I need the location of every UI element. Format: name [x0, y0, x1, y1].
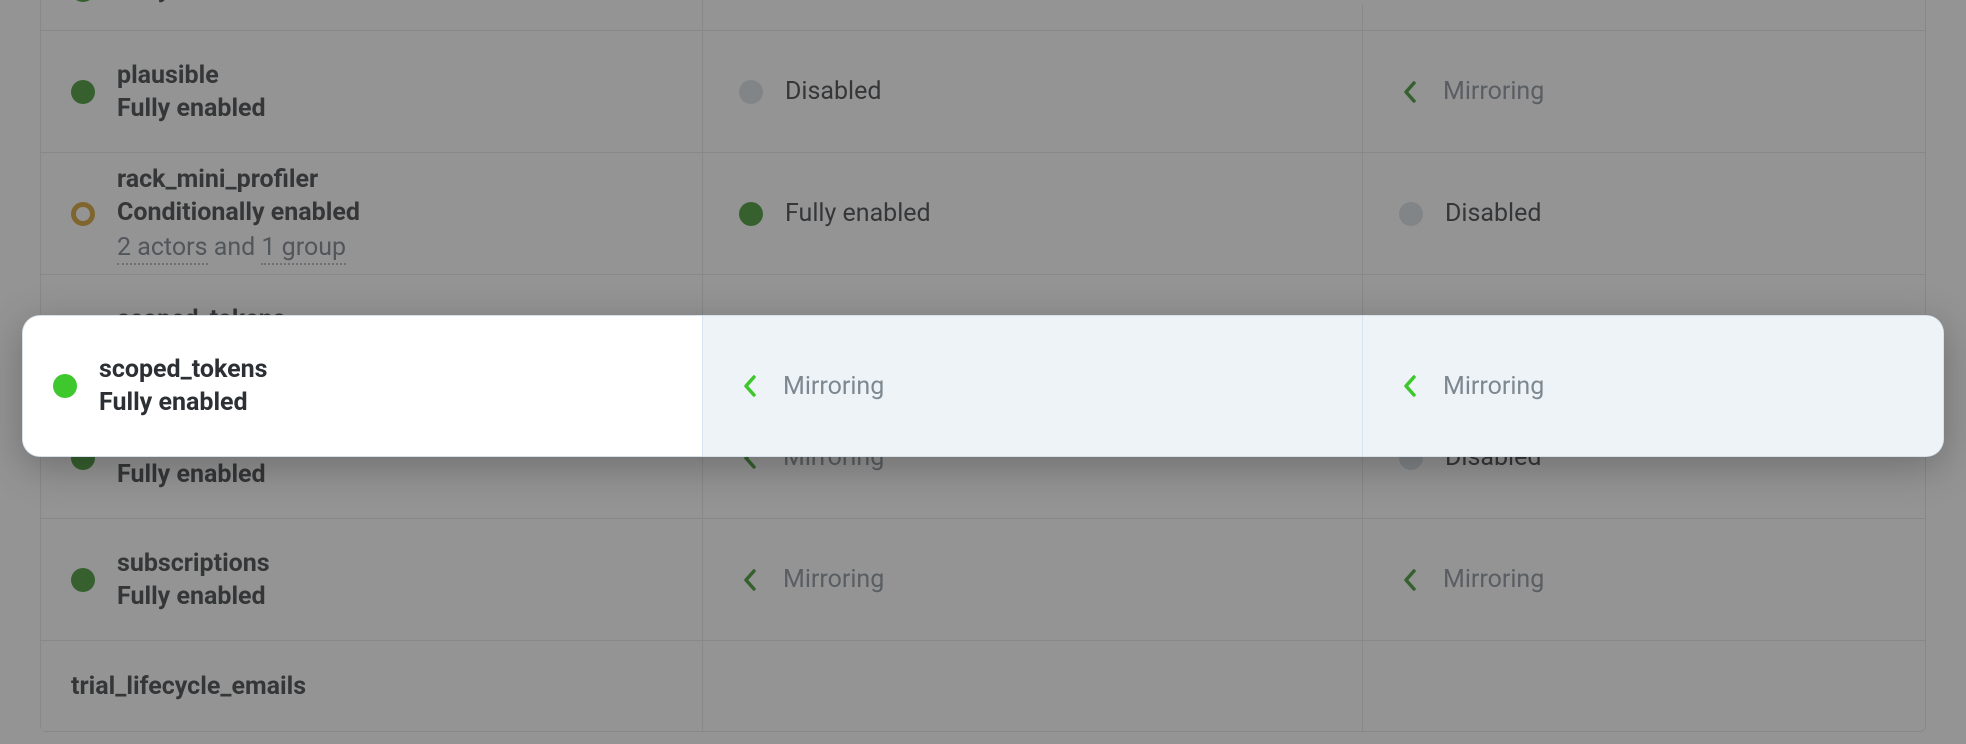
status-dot-enabled-icon [739, 202, 763, 226]
env-cell[interactable]: Mirroring [1363, 519, 1925, 640]
feature-state: Fully enabled [99, 388, 267, 417]
status-dot-enabled-icon [53, 374, 77, 398]
feature-name: plausible [117, 61, 266, 90]
status-ring-conditional-icon [71, 202, 95, 226]
env-cell[interactable] [1363, 4, 1925, 30]
actors-link[interactable]: 2 actors [117, 233, 208, 265]
env-cell[interactable]: Mirroring [703, 316, 1363, 456]
chevron-left-icon [739, 569, 761, 591]
table-row: rack_mini_profiler Conditionally enabled 2… [41, 153, 1925, 275]
feature-name-cell[interactable]: subscriptions Fully enabled [41, 519, 703, 640]
feature-name: scoped_tokens [99, 355, 267, 384]
feature-name-cell[interactable]: scoped_tokens Fully enabled [23, 316, 703, 456]
env-cell[interactable]: Disabled [1363, 153, 1925, 274]
env-status-label: Mirroring [1443, 565, 1544, 594]
feature-state: Fully enabled [117, 582, 270, 611]
env-status-label: Mirroring [783, 372, 884, 401]
env-status-label: Disabled [785, 77, 881, 106]
feature-state: Fully enabled [117, 460, 266, 489]
env-cell[interactable] [1363, 641, 1925, 731]
env-cell[interactable]: Disabled [703, 31, 1363, 152]
env-cell[interactable] [703, 641, 1363, 731]
feature-state: Fully enabled [117, 94, 266, 123]
table-row: Fully enabled [41, 0, 1925, 31]
feature-name-cell[interactable]: rack_mini_profiler Conditionally enabled 2… [41, 153, 703, 274]
feature-state: Conditionally enabled [117, 198, 360, 227]
feature-name: trial_lifecycle_emails [71, 672, 306, 701]
feature-state: Fully enabled [117, 0, 266, 4]
status-dot-disabled-icon [739, 80, 763, 104]
env-cell[interactable]: Mirroring [1363, 316, 1943, 456]
status-dot-enabled-icon [71, 80, 95, 104]
table-row: plausible Fully enabled Disabled Mirroring [41, 31, 1925, 153]
env-cell[interactable] [703, 4, 1363, 30]
groups-link[interactable]: 1 group [261, 233, 346, 265]
feature-name: rack_mini_profiler [117, 165, 360, 194]
env-cell[interactable]: Fully enabled [703, 153, 1363, 274]
chevron-left-icon [1399, 569, 1421, 591]
highlighted-row-container: scoped_tokens Fully enabled Mirroring Mirro… [22, 315, 1944, 457]
table-row: scoped_tokens Fully enabled Mirroring Mirro… [23, 316, 1943, 456]
env-status-label: Mirroring [783, 565, 884, 594]
env-status-label: Mirroring [1443, 77, 1544, 106]
status-dot-disabled-icon [1399, 202, 1423, 226]
table-row: trial_lifecycle_emails [41, 641, 1925, 731]
status-dot-enabled-icon [71, 0, 95, 2]
status-dot-enabled-icon [71, 568, 95, 592]
chevron-left-icon [739, 375, 761, 397]
feature-name-cell[interactable]: Fully enabled [41, 0, 703, 30]
feature-meta: 2 actors and 1 group [117, 233, 360, 262]
env-cell[interactable]: Mirroring [1363, 31, 1925, 152]
feature-name: subscriptions [117, 549, 270, 578]
chevron-left-icon [1399, 375, 1421, 397]
feature-name-cell[interactable]: trial_lifecycle_emails [41, 641, 703, 731]
env-status-label: Disabled [1445, 199, 1541, 228]
feature-name-cell[interactable]: plausible Fully enabled [41, 31, 703, 152]
env-status-label: Mirroring [1443, 372, 1544, 401]
chevron-left-icon [1399, 81, 1421, 103]
env-status-label: Fully enabled [785, 199, 931, 228]
table-row: subscriptions Fully enabled Mirroring Mirro… [41, 519, 1925, 641]
env-cell[interactable]: Mirroring [703, 519, 1363, 640]
